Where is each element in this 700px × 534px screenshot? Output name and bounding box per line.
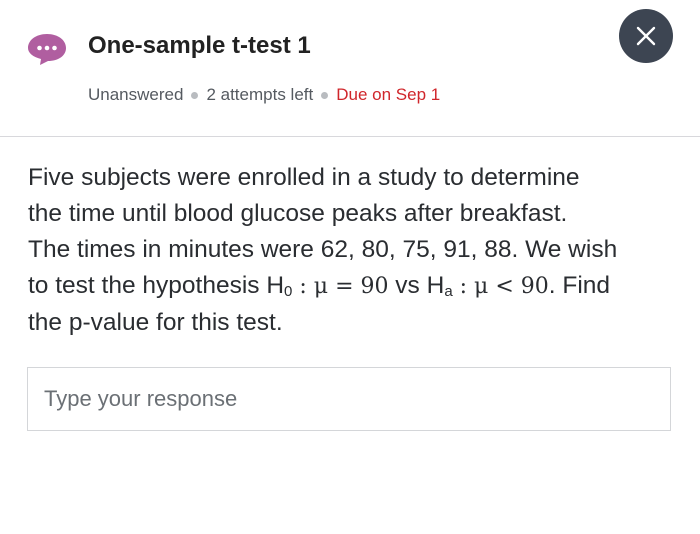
hypothesis-text: to test the hypothesis H xyxy=(28,272,285,299)
ha-subscript: a xyxy=(444,283,453,300)
question-line: the p-value for this test. xyxy=(28,309,283,336)
question-title: One-sample t-test 1 xyxy=(88,32,311,59)
separator-dot xyxy=(191,91,199,99)
null-hypothesis-expr: : μ = 90 xyxy=(292,274,389,299)
question-meta: Unanswered 2 attempts left Due on Sep 1 xyxy=(88,85,440,105)
status-text: Unanswered xyxy=(88,85,184,104)
question-line: the time until blood glucose peaks after… xyxy=(28,200,568,227)
question-line: to test the hypothesis H0 : μ = 90 vs Ha… xyxy=(28,268,678,305)
find-text: . Find xyxy=(548,272,611,299)
question-line: Five subjects were enrolled in a study t… xyxy=(28,164,580,191)
question-text: Five subjects were enrolled in a study t… xyxy=(28,160,678,341)
separator-dot xyxy=(321,91,329,99)
attempts-text: 2 attempts left xyxy=(206,85,314,104)
vs-text: vs H xyxy=(388,272,445,299)
due-date-text: Due on Sep 1 xyxy=(336,85,441,104)
question-header: One-sample t-test 1 Unanswered 2 attempt… xyxy=(0,0,700,137)
alt-hypothesis-expr: : μ < 90 xyxy=(452,274,549,299)
chat-bubble-icon xyxy=(28,34,66,65)
question-line: The times in minutes were 62, 80, 75, 91… xyxy=(28,236,618,263)
question-page: One-sample t-test 1 Unanswered 2 attempt… xyxy=(0,0,700,534)
close-button[interactable] xyxy=(619,9,673,63)
response-input[interactable] xyxy=(27,367,671,431)
close-icon xyxy=(636,26,656,46)
